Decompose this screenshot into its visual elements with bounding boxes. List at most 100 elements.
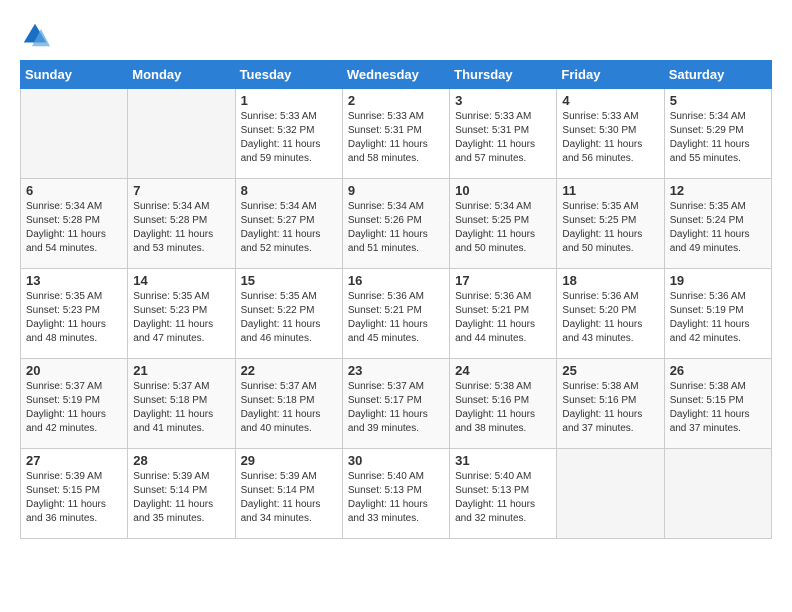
day-info: Sunrise: 5:38 AMSunset: 5:15 PMDaylight:…	[670, 380, 766, 436]
calendar-cell: 22Sunrise: 5:37 AMSunset: 5:18 PMDayligh…	[235, 359, 342, 449]
calendar-cell: 4 Sunrise: 5:33 AMSunset: 5:30 PMDaylight…	[557, 89, 664, 179]
day-info: Sunrise: 5:36 AMSunset: 5:20 PMDaylight:…	[562, 290, 658, 346]
calendar-cell: 28 Sunrise: 5:39 AMSunset: 5:14 PMDayligh…	[128, 449, 235, 539]
day-number: 23	[348, 363, 444, 378]
calendar-cell: 15 Sunrise: 5:35 AMSunset: 5:22 PMDayligh…	[235, 269, 342, 359]
day-number: 5	[670, 93, 766, 108]
day-info: Sunrise: 5:34 AMSunset: 5:28 PMDaylight:…	[26, 200, 122, 256]
page-header	[20, 20, 772, 50]
day-info: Sunrise: 5:35 AMSunset: 5:22 PMDaylight:…	[241, 290, 337, 346]
day-info: Sunrise: 5:34 AMSunset: 5:27 PMDaylight:…	[241, 200, 337, 256]
day-number: 30	[348, 453, 444, 468]
calendar-cell: 1 Sunrise: 5:33 AMSunset: 5:32 PMDaylight…	[235, 89, 342, 179]
calendar-cell: 9 Sunrise: 5:34 AMSunset: 5:26 PMDaylight…	[342, 179, 449, 269]
day-number: 2	[348, 93, 444, 108]
calendar-header: SundayMondayTuesdayWednesdayThursdayFrid…	[21, 61, 772, 89]
day-info: Sunrise: 5:34 AMSunset: 5:29 PMDaylight:…	[670, 110, 766, 166]
calendar-cell	[21, 89, 128, 179]
calendar-cell: 29Sunrise: 5:39 AMSunset: 5:14 PMDayligh…	[235, 449, 342, 539]
day-number: 18	[562, 273, 658, 288]
day-number: 4	[562, 93, 658, 108]
calendar-cell: 11 Sunrise: 5:35 AMSunset: 5:25 PMDayligh…	[557, 179, 664, 269]
calendar-cell: 12 Sunrise: 5:35 AMSunset: 5:24 PMDayligh…	[664, 179, 771, 269]
day-number: 14	[133, 273, 229, 288]
day-number: 16	[348, 273, 444, 288]
calendar-cell: 14Sunrise: 5:35 AMSunset: 5:23 PMDayligh…	[128, 269, 235, 359]
calendar-cell: 17Sunrise: 5:36 AMSunset: 5:21 PMDayligh…	[450, 269, 557, 359]
day-number: 8	[241, 183, 337, 198]
day-number: 27	[26, 453, 122, 468]
day-info: Sunrise: 5:37 AMSunset: 5:18 PMDaylight:…	[241, 380, 337, 436]
day-info: Sunrise: 5:37 AMSunset: 5:18 PMDaylight:…	[133, 380, 229, 436]
day-info: Sunrise: 5:39 AMSunset: 5:14 PMDaylight:…	[133, 470, 229, 526]
calendar-cell: 6Sunrise: 5:34 AMSunset: 5:28 PMDaylight…	[21, 179, 128, 269]
calendar-cell: 24Sunrise: 5:38 AMSunset: 5:16 PMDayligh…	[450, 359, 557, 449]
day-info: Sunrise: 5:35 AMSunset: 5:23 PMDaylight:…	[26, 290, 122, 346]
calendar-cell: 21 Sunrise: 5:37 AMSunset: 5:18 PMDayligh…	[128, 359, 235, 449]
week-row-4: 20 Sunrise: 5:37 AMSunset: 5:19 PMDayligh…	[21, 359, 772, 449]
header-cell-sunday: Sunday	[21, 61, 128, 89]
day-info: Sunrise: 5:38 AMSunset: 5:16 PMDaylight:…	[562, 380, 658, 436]
header-cell-friday: Friday	[557, 61, 664, 89]
calendar-cell: 31 Sunrise: 5:40 AMSunset: 5:13 PMDayligh…	[450, 449, 557, 539]
calendar-cell: 10Sunrise: 5:34 AMSunset: 5:25 PMDayligh…	[450, 179, 557, 269]
day-info: Sunrise: 5:34 AMSunset: 5:26 PMDaylight:…	[348, 200, 444, 256]
week-row-2: 6Sunrise: 5:34 AMSunset: 5:28 PMDaylight…	[21, 179, 772, 269]
calendar-cell	[557, 449, 664, 539]
day-info: Sunrise: 5:33 AMSunset: 5:32 PMDaylight:…	[241, 110, 337, 166]
day-info: Sunrise: 5:37 AMSunset: 5:19 PMDaylight:…	[26, 380, 122, 436]
day-info: Sunrise: 5:34 AMSunset: 5:28 PMDaylight:…	[133, 200, 229, 256]
day-info: Sunrise: 5:40 AMSunset: 5:13 PMDaylight:…	[348, 470, 444, 526]
day-number: 24	[455, 363, 551, 378]
calendar-cell: 8 Sunrise: 5:34 AMSunset: 5:27 PMDaylight…	[235, 179, 342, 269]
day-number: 9	[348, 183, 444, 198]
day-info: Sunrise: 5:35 AMSunset: 5:24 PMDaylight:…	[670, 200, 766, 256]
calendar-cell: 19Sunrise: 5:36 AMSunset: 5:19 PMDayligh…	[664, 269, 771, 359]
calendar-table: SundayMondayTuesdayWednesdayThursdayFrid…	[20, 60, 772, 539]
calendar-cell: 23 Sunrise: 5:37 AMSunset: 5:17 PMDayligh…	[342, 359, 449, 449]
day-info: Sunrise: 5:36 AMSunset: 5:21 PMDaylight:…	[455, 290, 551, 346]
day-info: Sunrise: 5:33 AMSunset: 5:30 PMDaylight:…	[562, 110, 658, 166]
calendar-cell: 20 Sunrise: 5:37 AMSunset: 5:19 PMDayligh…	[21, 359, 128, 449]
week-row-3: 13 Sunrise: 5:35 AMSunset: 5:23 PMDayligh…	[21, 269, 772, 359]
day-info: Sunrise: 5:36 AMSunset: 5:21 PMDaylight:…	[348, 290, 444, 346]
day-number: 26	[670, 363, 766, 378]
day-number: 15	[241, 273, 337, 288]
calendar-cell: 26 Sunrise: 5:38 AMSunset: 5:15 PMDayligh…	[664, 359, 771, 449]
day-info: Sunrise: 5:35 AMSunset: 5:25 PMDaylight:…	[562, 200, 658, 256]
day-number: 13	[26, 273, 122, 288]
calendar-cell: 5 Sunrise: 5:34 AMSunset: 5:29 PMDaylight…	[664, 89, 771, 179]
calendar-cell: 7 Sunrise: 5:34 AMSunset: 5:28 PMDaylight…	[128, 179, 235, 269]
header-row: SundayMondayTuesdayWednesdayThursdayFrid…	[21, 61, 772, 89]
day-info: Sunrise: 5:33 AMSunset: 5:31 PMDaylight:…	[348, 110, 444, 166]
day-number: 12	[670, 183, 766, 198]
day-info: Sunrise: 5:40 AMSunset: 5:13 PMDaylight:…	[455, 470, 551, 526]
calendar-cell: 30 Sunrise: 5:40 AMSunset: 5:13 PMDayligh…	[342, 449, 449, 539]
calendar-cell	[128, 89, 235, 179]
day-number: 19	[670, 273, 766, 288]
calendar-body: 1 Sunrise: 5:33 AMSunset: 5:32 PMDaylight…	[21, 89, 772, 539]
day-info: Sunrise: 5:37 AMSunset: 5:17 PMDaylight:…	[348, 380, 444, 436]
day-number: 20	[26, 363, 122, 378]
week-row-1: 1 Sunrise: 5:33 AMSunset: 5:32 PMDaylight…	[21, 89, 772, 179]
header-cell-wednesday: Wednesday	[342, 61, 449, 89]
day-info: Sunrise: 5:39 AMSunset: 5:15 PMDaylight:…	[26, 470, 122, 526]
day-number: 21	[133, 363, 229, 378]
day-number: 28	[133, 453, 229, 468]
calendar-cell: 13 Sunrise: 5:35 AMSunset: 5:23 PMDayligh…	[21, 269, 128, 359]
logo-icon	[20, 20, 50, 50]
day-number: 1	[241, 93, 337, 108]
day-number: 11	[562, 183, 658, 198]
calendar-cell: 16 Sunrise: 5:36 AMSunset: 5:21 PMDayligh…	[342, 269, 449, 359]
header-cell-saturday: Saturday	[664, 61, 771, 89]
calendar-cell: 2 Sunrise: 5:33 AMSunset: 5:31 PMDaylight…	[342, 89, 449, 179]
calendar-cell: 3Sunrise: 5:33 AMSunset: 5:31 PMDaylight…	[450, 89, 557, 179]
day-number: 10	[455, 183, 551, 198]
header-cell-tuesday: Tuesday	[235, 61, 342, 89]
day-number: 7	[133, 183, 229, 198]
week-row-5: 27 Sunrise: 5:39 AMSunset: 5:15 PMDayligh…	[21, 449, 772, 539]
day-number: 29	[241, 453, 337, 468]
day-number: 31	[455, 453, 551, 468]
calendar-cell	[664, 449, 771, 539]
calendar-cell: 18 Sunrise: 5:36 AMSunset: 5:20 PMDayligh…	[557, 269, 664, 359]
